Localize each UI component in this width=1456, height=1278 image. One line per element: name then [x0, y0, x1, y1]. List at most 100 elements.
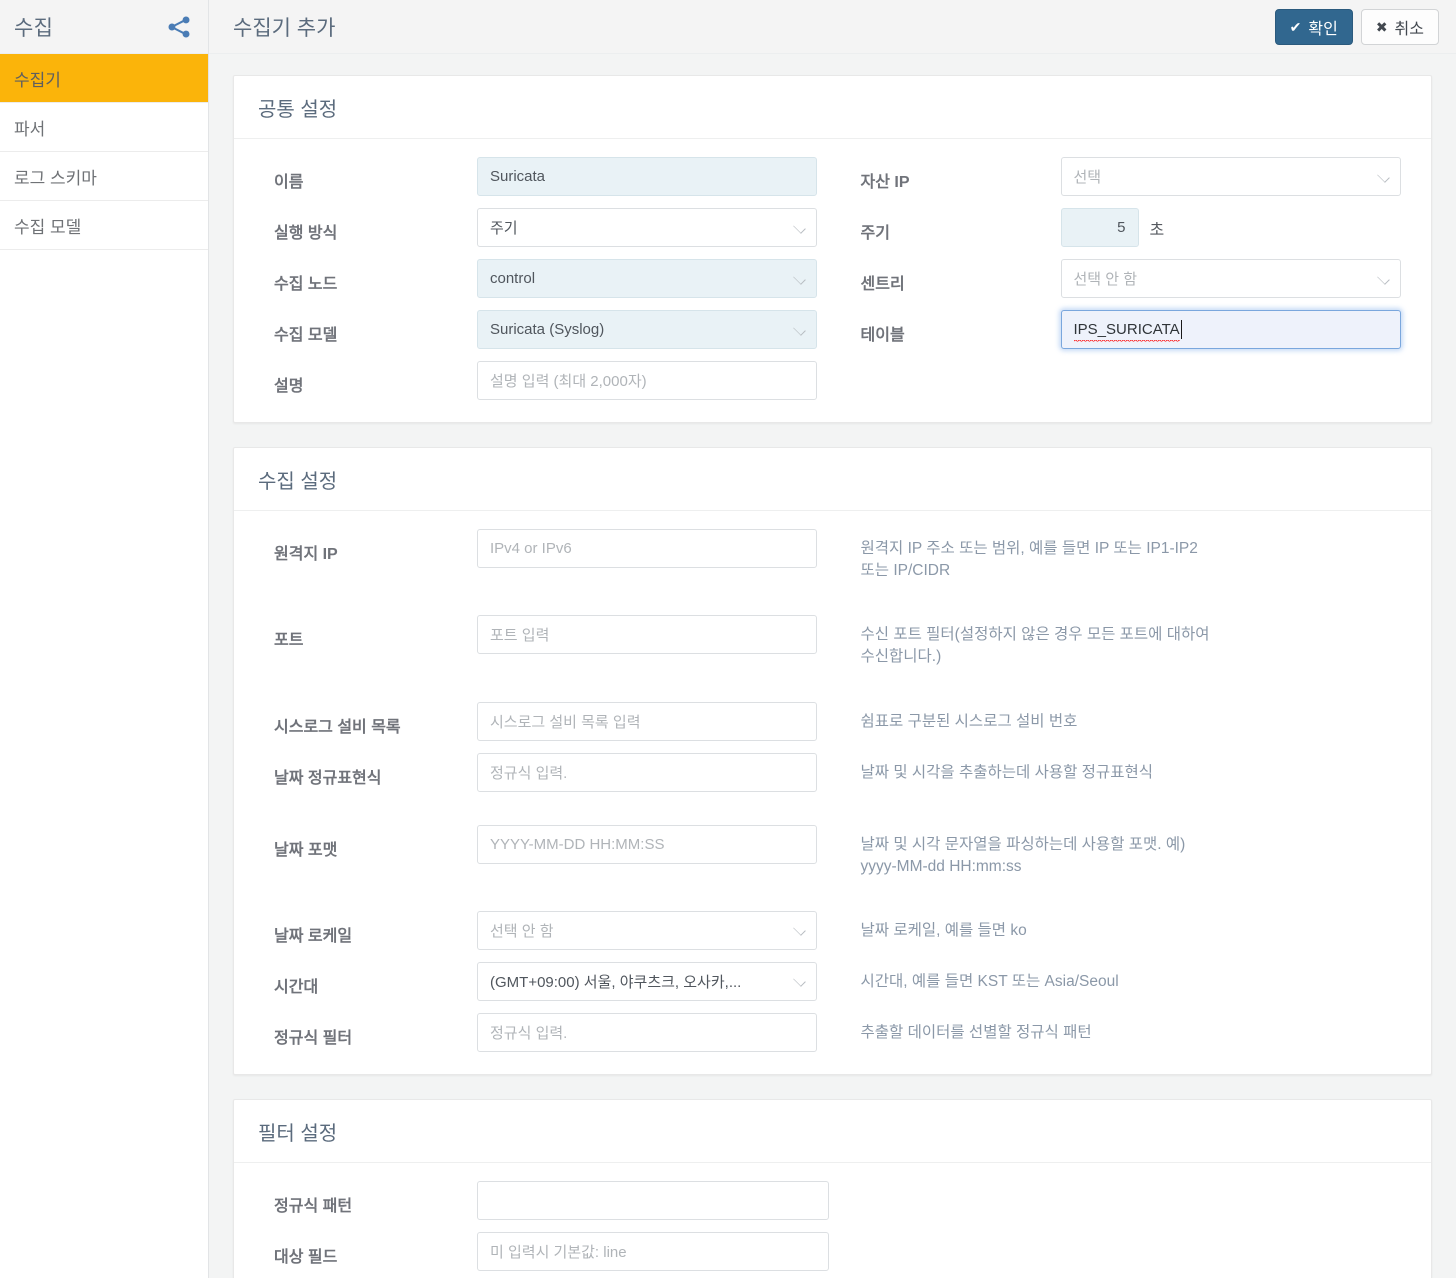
remote-ip-input[interactable]: IPv4 or IPv6 [477, 529, 817, 568]
field-row-run-mode: 실행 방식 주기 [274, 208, 833, 247]
field-row-port: 포트 포트 입력 수신 포트 필터(설정하지 않은 경우 모든 포트에 대하여 … [234, 615, 1431, 668]
x-icon: ✖ [1375, 18, 1388, 35]
sidebar-item-collect-model[interactable]: 수집 모델 [0, 201, 208, 250]
field-row-regex-filter: 정규식 필터 정규식 입력. 추출할 데이터를 선별할 정규식 패턴 [234, 1012, 1431, 1052]
sidebar-item-parser[interactable]: 파서 [0, 103, 208, 152]
remote-ip-help: 원격지 IP 주소 또는 범위, 예를 들면 IP 또는 IP1-IP2 또는 … [860, 540, 1198, 580]
sentry-label: 센트리 [860, 276, 905, 293]
chevron-down-icon [793, 220, 806, 234]
description-input[interactable]: 설명 입력 (최대 2,000자) [477, 361, 817, 400]
asset-ip-select[interactable]: 선택 [1060, 157, 1401, 196]
header-actions: ✔ 확인 ✖ 취소 [1274, 8, 1439, 45]
remote-ip-placeholder: IPv4 or IPv6 [490, 540, 572, 557]
field-row-asset-ip: 자산 IP 선택 [861, 157, 1432, 196]
collect-node-value: control [490, 270, 536, 287]
page-title: 수집기 추가 [233, 16, 336, 40]
remote-ip-label: 원격지 IP [274, 546, 338, 563]
name-label: 이름 [274, 174, 304, 191]
main-content: 수집기 추가 ✔ 확인 ✖ 취소 공통 설정 이름 Suricata 실행 방식… [209, 0, 1456, 1278]
period-label: 주기 [860, 225, 890, 242]
name-input[interactable]: Suricata [477, 157, 817, 196]
collect-settings-title: 수집 설정 [234, 448, 1431, 511]
syslog-facility-input[interactable]: 시스로그 설비 목록 입력 [477, 701, 817, 741]
sentry-placeholder: 선택 안 함 [1073, 271, 1138, 288]
chevron-down-icon [793, 974, 806, 988]
field-row-date-locale: 날짜 로케일 선택 안 함 날짜 로케일, 예를 들면 ko [234, 910, 1431, 950]
date-format-placeholder: YYYY-MM-DD HH:MM:SS [490, 835, 665, 853]
common-settings-left-column: 이름 Suricata 실행 방식 주기 수집 노드 control 수집 모델… [234, 157, 833, 400]
field-row-name: 이름 Suricata [274, 157, 833, 196]
date-locale-help: 날짜 로케일, 예를 들면 ko [860, 921, 1027, 939]
port-input[interactable]: 포트 입력 [477, 615, 817, 655]
date-locale-placeholder: 선택 안 함 [490, 922, 554, 940]
table-input[interactable]: IPS_SURICATA [1060, 310, 1401, 349]
field-row-target-field: 대상 필드 미 입력시 기본값: line [234, 1231, 1431, 1271]
date-regex-input[interactable]: 정규식 입력. [477, 752, 817, 792]
target-field-input[interactable]: 미 입력시 기본값: line [477, 1231, 829, 1271]
sidebar-item-collector[interactable]: 수집기 [0, 54, 208, 103]
regex-filter-placeholder: 정규식 입력. [490, 1024, 568, 1042]
date-regex-help: 날짜 및 시각을 추출하는데 사용할 정규표현식 [860, 763, 1153, 781]
collect-settings-body: 원격지 IP IPv4 or IPv6 원격지 IP 주소 또는 범위, 예를 … [234, 511, 1431, 1074]
date-regex-label: 날짜 정규표현식 [274, 769, 382, 787]
port-label: 포트 [274, 632, 304, 650]
name-input-value: Suricata [490, 168, 546, 185]
sentry-select[interactable]: 선택 안 함 [1060, 259, 1401, 298]
regex-filter-help: 추출할 데이터를 선별할 정규식 패턴 [860, 1023, 1092, 1041]
description-input-placeholder: 설명 입력 (최대 2,000자) [490, 373, 647, 390]
field-row-sentry: 센트리 선택 안 함 [861, 259, 1432, 298]
sidebar-item-label: 로그 스키마 [14, 168, 97, 188]
cancel-button[interactable]: ✖ 취소 [1360, 8, 1439, 45]
timezone-select[interactable]: (GMT+09:00) 서울, 야쿠츠크, 오사카,... [477, 961, 817, 1001]
date-locale-label: 날짜 로케일 [274, 927, 353, 945]
field-row-date-format: 날짜 포맷 YYYY-MM-DD HH:MM:SS 날짜 및 시각 문자열을 파… [234, 824, 1431, 878]
timezone-value: (GMT+09:00) 서울, 야쿠츠크, 오사카,... [490, 973, 742, 991]
run-mode-select[interactable]: 주기 [477, 208, 817, 247]
field-row-remote-ip: 원격지 IP IPv4 or IPv6 원격지 IP 주소 또는 범위, 예를 … [234, 529, 1431, 582]
confirm-button-label: 확인 [1308, 20, 1338, 38]
target-field-placeholder: 미 입력시 기본값: line [490, 1243, 627, 1261]
field-row-filter-regex-pattern: 정규식 패턴 [234, 1180, 1431, 1220]
text-caret [1180, 320, 1182, 339]
syslog-facility-placeholder: 시스로그 설비 목록 입력 [490, 713, 641, 731]
asset-ip-placeholder: 선택 [1073, 169, 1102, 186]
collect-model-select[interactable]: Suricata (Syslog) [477, 310, 817, 349]
period-input[interactable]: 5 [1060, 208, 1139, 247]
field-row-syslog-facility: 시스로그 설비 목록 시스로그 설비 목록 입력 쉼표로 구분된 시스로그 설비… [234, 701, 1431, 741]
filter-settings-title: 필터 설정 [234, 1100, 1431, 1163]
sidebar-item-label: 수집 모델 [14, 217, 82, 237]
sidebar-item-log-schema[interactable]: 로그 스키마 [0, 152, 208, 201]
description-label: 설명 [274, 378, 304, 395]
collect-settings-card: 수집 설정 원격지 IP IPv4 or IPv6 원격지 IP 주소 또는 범… [233, 447, 1432, 1075]
collect-node-label: 수집 노드 [274, 276, 338, 293]
port-placeholder: 포트 입력 [490, 627, 550, 645]
common-settings-body: 이름 Suricata 실행 방식 주기 수집 노드 control 수집 모델… [234, 139, 1431, 422]
field-row-timezone: 시간대 (GMT+09:00) 서울, 야쿠츠크, 오사카,... 시간대, 예… [234, 961, 1431, 1001]
field-row-collect-node: 수집 노드 control [274, 259, 833, 298]
confirm-button[interactable]: ✔ 확인 [1274, 8, 1353, 45]
target-field-label: 대상 필드 [274, 1248, 338, 1266]
filter-regex-pattern-input[interactable] [477, 1180, 829, 1220]
run-mode-value: 주기 [490, 220, 518, 237]
field-row-collect-model: 수집 모델 Suricata (Syslog) [274, 310, 833, 349]
timezone-label: 시간대 [274, 978, 319, 996]
run-mode-label: 실행 방식 [274, 225, 338, 242]
form-scroll-area[interactable]: 공통 설정 이름 Suricata 실행 방식 주기 수집 노드 control… [209, 54, 1456, 1278]
share-icon[interactable] [166, 14, 192, 40]
chevron-down-icon [793, 322, 806, 336]
regex-filter-input[interactable]: 정규식 입력. [477, 1012, 817, 1052]
date-locale-select[interactable]: 선택 안 함 [477, 910, 817, 950]
date-format-help: 날짜 및 시각 문자열을 파싱하는데 사용할 포맷. 예) yyyy-MM-dd… [860, 835, 1186, 875]
sidebar-title: 수집 [14, 16, 54, 40]
collect-node-select[interactable]: control [477, 259, 817, 298]
table-label: 테이블 [860, 327, 905, 344]
syslog-facility-label: 시스로그 설비 목록 [274, 718, 401, 736]
chevron-down-icon [1376, 271, 1390, 285]
regex-filter-label: 정규식 필터 [274, 1029, 353, 1047]
sidebar-item-label: 수집기 [14, 70, 61, 90]
common-settings-card: 공통 설정 이름 Suricata 실행 방식 주기 수집 노드 control… [233, 75, 1432, 423]
sidebar-header: 수집 [0, 0, 208, 54]
field-row-period: 주기 5 초 [861, 208, 1432, 247]
check-icon: ✔ [1289, 18, 1302, 35]
date-format-input[interactable]: YYYY-MM-DD HH:MM:SS [477, 824, 817, 864]
